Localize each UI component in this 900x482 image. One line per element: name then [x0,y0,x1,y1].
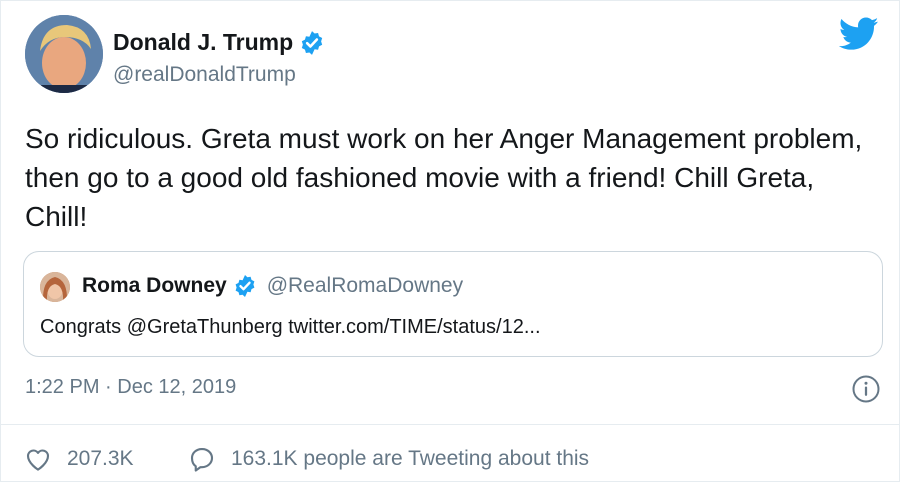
author-name-row[interactable]: Donald J. Trump [113,29,325,56]
verified-badge-icon [302,30,323,55]
conversation-button[interactable]: 163.1K people are Tweeting about this [187,444,589,474]
tweet-timestamp[interactable]: 1:22 PM · Dec 12, 2019 [25,376,236,399]
heart-icon [26,449,50,471]
author-handle[interactable]: @realDonaldTrump [113,63,296,87]
divider [1,424,900,425]
author-avatar[interactable] [25,15,103,93]
twitter-bird-icon[interactable] [839,17,879,51]
like-button[interactable]: 207.3K [23,444,134,474]
verified-badge-icon [235,275,255,297]
quoted-tweet-text: Congrats @GretaThunberg twitter.com/TIME… [40,316,541,338]
tweet-text: So ridiculous. Greta must work on her An… [25,123,863,232]
author-display-name[interactable]: Donald J. Trump [113,29,293,56]
quoted-tweet[interactable]: Roma Downey @RealRomaDowney Congrats @Gr… [23,251,883,357]
comment-bubble-icon [190,447,214,472]
like-count: 207.3K [67,447,134,470]
tweet-card: Donald J. Trump @realDonaldTrump So ridi… [0,0,900,482]
quoted-name-row: Roma Downey @RealRomaDowney [82,274,463,298]
quoted-handle: @RealRomaDowney [266,274,464,297]
quoted-author-avatar[interactable] [40,272,70,302]
info-icon[interactable] [851,374,881,404]
conversation-text: 163.1K people are Tweeting about this [231,447,590,470]
quoted-display-name: Roma Downey [82,274,227,297]
